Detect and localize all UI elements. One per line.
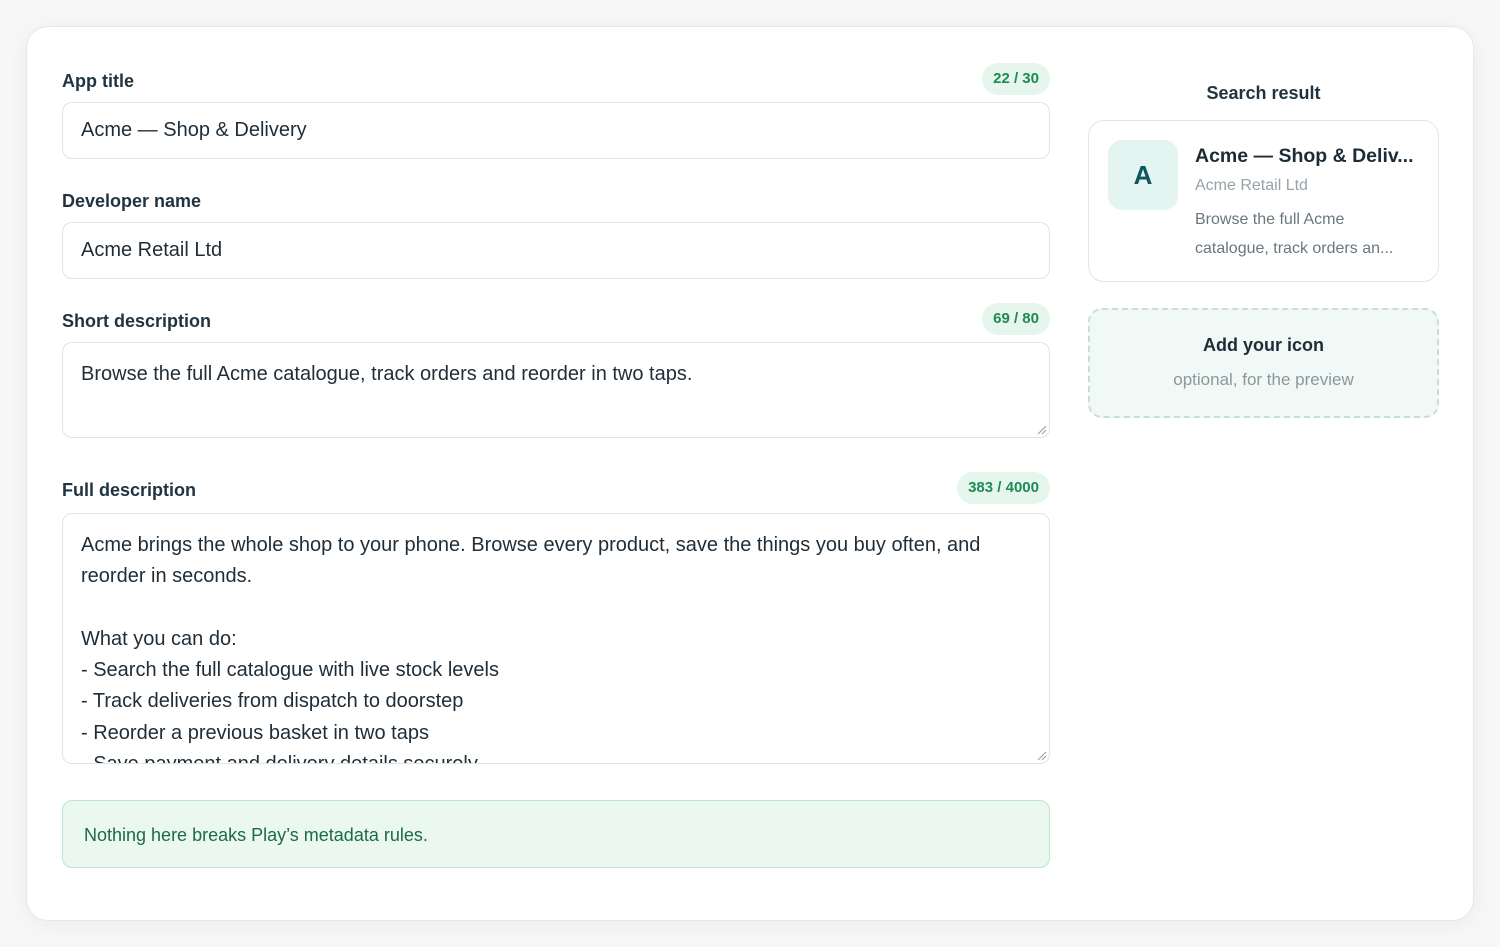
icon-upload-dropzone[interactable]: Add your icon optional, for the preview xyxy=(1088,308,1439,418)
developer-name-input[interactable] xyxy=(62,222,1050,279)
dropzone-subtitle: optional, for the preview xyxy=(1173,370,1354,389)
app-icon-placeholder: A xyxy=(1108,140,1178,210)
app-title-input[interactable] xyxy=(62,102,1050,159)
app-title-header: App title 22 / 30 xyxy=(62,63,1050,97)
short-description-header: Short description 69 / 80 xyxy=(62,303,1050,337)
short-description-label: Short description xyxy=(62,311,212,331)
metadata-editor-card: App title 22 / 30 Developer name Short d… xyxy=(26,26,1474,921)
dropzone-title: Add your icon xyxy=(1203,335,1324,355)
search-result-card: A Acme — Shop & Deliv... Acme Retail Ltd… xyxy=(1088,120,1439,282)
resize-grip-icon[interactable] xyxy=(1037,425,1047,435)
developer-name-header: Developer name xyxy=(62,183,1050,217)
result-description: Browse the full Acme catalogue, track or… xyxy=(1195,205,1425,263)
search-result-heading: Search result xyxy=(1206,83,1321,103)
full-description-wrap: Acme brings the whole shop to your phone… xyxy=(62,513,1050,764)
result-description-line: Browse the full Acme xyxy=(1195,211,1345,228)
result-developer-name: Acme Retail Ltd xyxy=(1195,177,1308,194)
short-description-textarea[interactable]: Browse the full Acme catalogue, track or… xyxy=(62,342,1050,438)
full-description-label: Full description xyxy=(62,480,197,500)
full-description-header: Full description 383 / 4000 xyxy=(62,472,1050,506)
result-description-line: catalogue, track orders an... xyxy=(1195,240,1394,257)
app-title-counter: 22 / 30 xyxy=(982,63,1050,95)
result-app-title: Acme — Shop & Deliv... xyxy=(1195,145,1414,167)
resize-grip-icon[interactable] xyxy=(1037,751,1047,761)
metadata-rules-notice: Nothing here breaks Play’s metadata rule… xyxy=(62,800,1050,868)
full-description-counter: 383 / 4000 xyxy=(957,472,1050,504)
full-description-textarea[interactable]: Acme brings the whole shop to your phone… xyxy=(62,513,1050,764)
developer-name-label: Developer name xyxy=(62,191,202,211)
short-description-wrap: Browse the full Acme catalogue, track or… xyxy=(62,342,1050,438)
app-title-label: App title xyxy=(62,71,134,91)
short-description-counter: 69 / 80 xyxy=(982,303,1050,335)
